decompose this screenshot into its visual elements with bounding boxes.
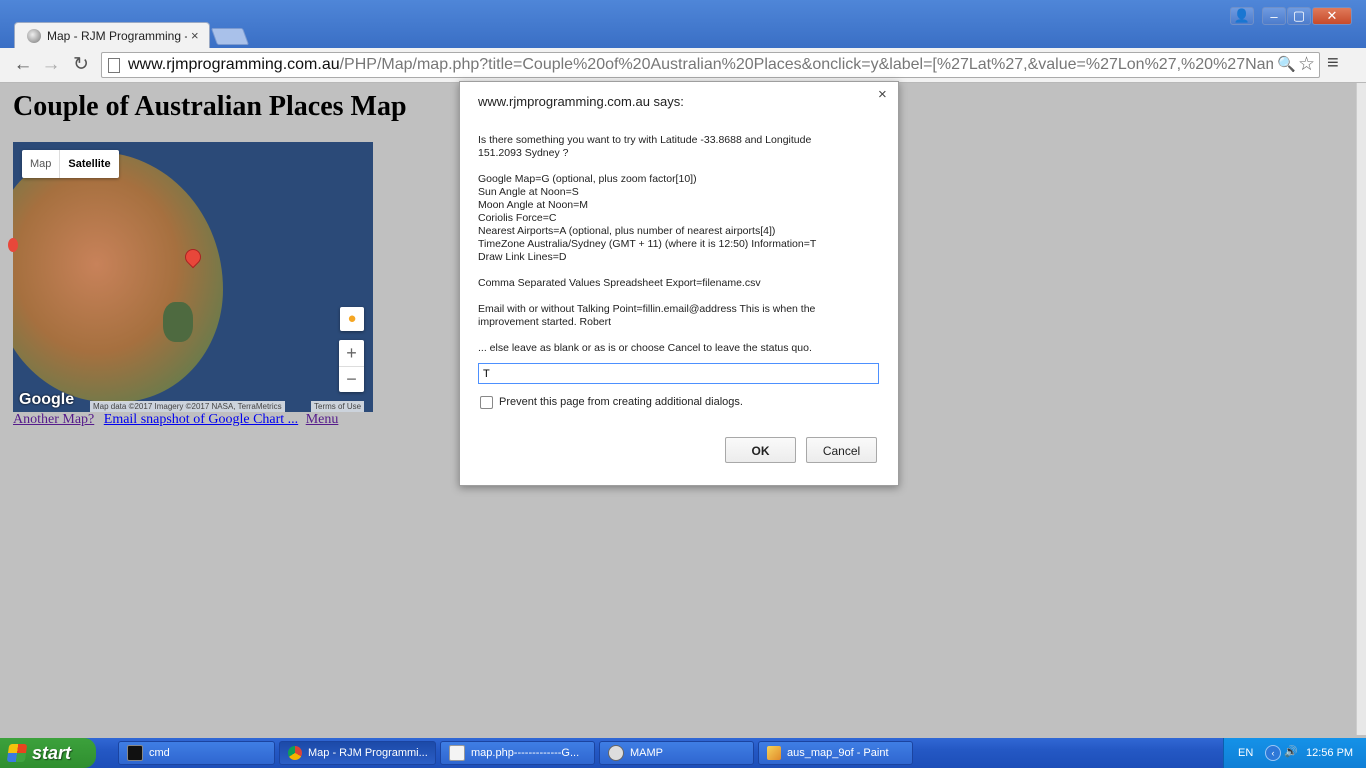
- url-path: /PHP/Map/map.php?title=Couple%20of%20Aus…: [339, 56, 1273, 73]
- windows-flag-icon: [6, 744, 28, 762]
- message-line: Is there something you want to try with …: [478, 134, 812, 146]
- message-gap: [478, 329, 878, 342]
- mamp-icon: [608, 745, 624, 761]
- bookmark-star-icon[interactable]: ☆: [1298, 53, 1315, 76]
- vertical-scrollbar[interactable]: [1356, 83, 1366, 735]
- message-line: Email with or without Talking Point=fill…: [478, 303, 816, 315]
- task-chrome[interactable]: Map - RJM Programmi...: [279, 741, 436, 765]
- task-cmd[interactable]: cmd: [118, 741, 275, 765]
- page-title: Couple of Australian Places Map: [13, 91, 407, 122]
- maximize-button[interactable]: ▢: [1287, 7, 1311, 25]
- url-host: www.rjmprogramming.com.au: [128, 56, 340, 73]
- menu-link[interactable]: Menu: [306, 412, 339, 427]
- language-indicator[interactable]: EN: [1238, 747, 1253, 759]
- message-line: Moon Angle at Noon=M: [478, 199, 589, 211]
- task-label: map.php-------------G...: [471, 747, 580, 759]
- task-notepad[interactable]: map.php-------------G...: [440, 741, 595, 765]
- clock: 12:56 PM: [1306, 747, 1354, 759]
- message-gap: [478, 160, 878, 173]
- back-icon[interactable]: ←: [12, 54, 34, 76]
- page-icon: [108, 57, 120, 73]
- prevent-dialogs-checkbox[interactable]: [480, 396, 493, 409]
- map-type-control: Map Satellite: [22, 150, 119, 178]
- cancel-button[interactable]: Cancel: [806, 437, 877, 463]
- task-label: Map - RJM Programmi...: [308, 747, 428, 759]
- tab-close-icon[interactable]: ×: [191, 28, 199, 43]
- message-line: 151.2093 Sydney ?: [478, 147, 569, 159]
- url-text: www.rjmprogramming.com.au/PHP/Map/map.ph…: [128, 56, 1273, 74]
- task-mamp[interactable]: MAMP: [599, 741, 754, 765]
- zoom-icon[interactable]: 🔍: [1277, 55, 1296, 73]
- volume-icon[interactable]: 🔊: [1284, 745, 1298, 758]
- message-line: improvement started. Robert: [478, 316, 612, 328]
- tray-expand-icon[interactable]: ‹: [1265, 745, 1281, 761]
- cmd-icon: [127, 745, 143, 761]
- map-australia-land: [13, 152, 223, 402]
- start-button[interactable]: start: [0, 738, 96, 768]
- google-logo: Google: [19, 391, 75, 408]
- reload-icon[interactable]: ↻: [70, 54, 92, 76]
- user-icon[interactable]: 👤: [1230, 7, 1254, 25]
- map-marker-icon[interactable]: [8, 238, 18, 252]
- message-line: ... else leave as blank or as is or choo…: [478, 342, 812, 354]
- pegman-icon[interactable]: ●: [340, 307, 364, 331]
- chrome-menu-icon[interactable]: ≡: [1327, 52, 1339, 75]
- message-line: Comma Separated Values Spreadsheet Expor…: [478, 277, 761, 289]
- message-line: TimeZone Australia/Sydney (GMT + 11) (wh…: [478, 238, 817, 250]
- dialog-title: www.rjmprogramming.com.au says:: [478, 94, 684, 109]
- task-label: MAMP: [630, 747, 663, 759]
- task-label: cmd: [149, 747, 170, 759]
- new-tab-button[interactable]: [210, 28, 250, 45]
- minimize-button[interactable]: ‒: [1262, 7, 1286, 25]
- message-gap: [478, 264, 878, 277]
- message-line: Nearest Airports=A (optional, plus numbe…: [478, 225, 776, 237]
- task-paint[interactable]: aus_map_9of - Paint: [758, 741, 913, 765]
- dialog-message: Is there something you want to try with …: [478, 134, 878, 355]
- map-zoom-in-button[interactable]: +: [339, 341, 364, 366]
- paint-icon: [767, 746, 781, 760]
- page-links: Another Map? Email snapshot of Google Ch…: [13, 412, 338, 428]
- message-gap: [478, 290, 878, 303]
- map-type-map-button[interactable]: Map: [22, 150, 59, 178]
- message-line: Draw Link Lines=D: [478, 251, 567, 263]
- email-snapshot-link[interactable]: Email snapshot of Google Chart ...: [104, 412, 298, 427]
- map-attribution: Map data ©2017 Imagery ©2017 NASA, Terra…: [90, 401, 285, 412]
- map-type-satellite-button[interactable]: Satellite: [59, 150, 118, 178]
- message-line: Coriolis Force=C: [478, 212, 557, 224]
- google-map[interactable]: [13, 142, 373, 412]
- favicon-icon: [27, 28, 41, 43]
- dialog-input[interactable]: [478, 363, 879, 384]
- tab-map[interactable]: Map - RJM Programming - htt ×: [14, 22, 210, 48]
- message-line: Google Map=G (optional, plus zoom factor…: [478, 173, 697, 185]
- task-label: aus_map_9of - Paint: [787, 747, 889, 759]
- start-label: start: [32, 742, 72, 763]
- map-terms-link[interactable]: Terms of Use: [311, 401, 365, 412]
- chrome-icon: [288, 746, 302, 760]
- ok-button[interactable]: OK: [725, 437, 796, 463]
- notepad-icon: [449, 745, 465, 761]
- forward-icon[interactable]: →: [40, 54, 62, 76]
- close-window-button[interactable]: ✕: [1312, 7, 1352, 25]
- dialog-close-icon[interactable]: ×: [878, 86, 887, 103]
- map-tasmania-land: [163, 302, 193, 342]
- map-zoom-out-button[interactable]: −: [339, 366, 364, 391]
- another-map-link[interactable]: Another Map?: [13, 412, 94, 427]
- tab-title: Map - RJM Programming - htt: [47, 28, 187, 43]
- message-line: Sun Angle at Noon=S: [478, 186, 579, 198]
- address-bar[interactable]: www.rjmprogramming.com.au/PHP/Map/map.ph…: [101, 52, 1320, 78]
- prevent-dialogs-label[interactable]: Prevent this page from creating addition…: [499, 396, 743, 408]
